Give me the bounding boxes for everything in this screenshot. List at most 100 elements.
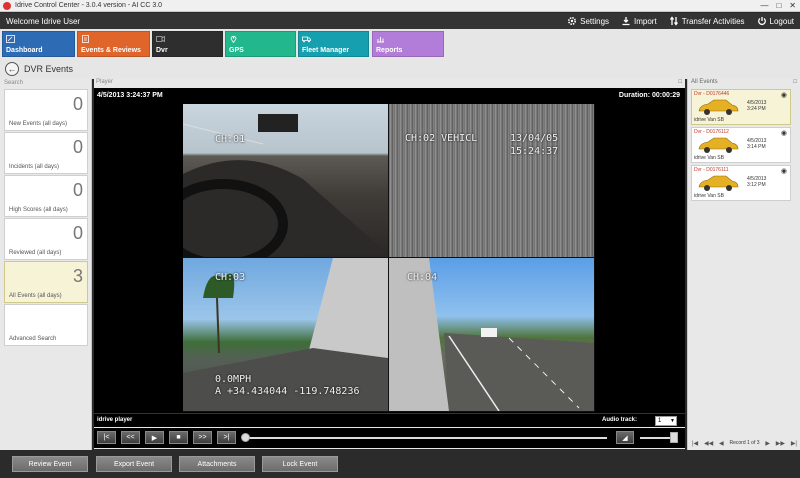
next-page-icon[interactable]: ▶ [765,440,770,447]
stat-count: 0 [72,180,83,200]
close-icon[interactable]: ✕ [789,1,796,10]
camera-date: 13/04/05 [510,133,559,144]
fast-forward-icon: >> [198,434,207,441]
header-actions: Settings Import Transfer Activities Logo… [567,13,794,29]
seek-handle[interactable] [241,433,250,442]
player-info-bar: idrive player Audio track: 1 ▼ [94,413,685,427]
maximize-icon[interactable]: □ [776,1,781,10]
tab-events-reviews[interactable]: Events & Reviews [77,31,150,57]
tab-dashboard[interactable]: Dashboard [2,31,75,57]
maximize-panel-icon[interactable]: □ [678,79,682,85]
welcome-text: Welcome Idrive User [6,16,81,26]
window-titlebar: Idrive Control Center - 3.0.4 version - … [0,0,800,12]
event-card[interactable]: Dvr - D0176111 ◉ 4/5/2013 3:12 PM idrive… [691,165,791,201]
stat-label: All Events (all days) [9,293,62,299]
maximize-panel-icon[interactable]: □ [793,79,797,85]
logout-button[interactable]: Logout [757,16,794,26]
event-vehicle: idrive Van SB [694,117,724,123]
lock-event-button[interactable]: Lock Event [262,456,338,472]
next-fast-icon[interactable]: ▶▶ [776,440,785,447]
seek-bar[interactable] [245,437,607,439]
rewind-button[interactable]: << [121,431,140,444]
speaker-icon: ◢ [622,434,628,442]
tab-fleet-manager[interactable]: Fleet Manager [298,31,369,57]
gear-icon [568,16,577,26]
advanced-search[interactable]: Advanced Search [4,304,88,346]
filter-incidents[interactable]: 0 Incidents (all days) [4,132,88,174]
tab-gps[interactable]: GPS [225,31,296,57]
minimize-icon[interactable]: — [760,1,768,10]
filter-reviewed[interactable]: 0 Reviewed (all days) [4,218,88,260]
tab-dvr[interactable]: Dvr [152,31,223,57]
event-time: 3:14 PM [747,144,766,150]
steering-wheel-image [183,114,388,257]
volume-handle[interactable] [670,432,678,443]
settings-label: Settings [580,16,610,26]
record-indicator: Record 1 of 3 [729,440,760,446]
audio-track-select[interactable]: 1 ▼ [655,416,677,426]
tab-reports[interactable]: Reports [372,31,444,57]
eye-icon[interactable]: ◉ [781,129,787,137]
events-panel: All Events □ Dvr - D0176446 ◉ 4/5/2013 3… [687,79,800,450]
record-pager: |◀ ◀◀ ◀ Record 1 of 3 ▶ ▶▶ ▶| [688,438,800,448]
stat-count: 0 [72,137,83,157]
stop-button[interactable]: ■ [169,431,188,444]
document-icon [82,35,89,43]
camera-label: CH:02 VEHICL [405,133,478,144]
playback-controls: |< << ▶ ■ >> >| ◢ [94,428,685,448]
camera-label: CH:01 [215,134,246,145]
back-arrow-icon[interactable]: ← [5,62,19,76]
report-icon [377,37,384,43]
skip-to-end-button[interactable]: >| [217,431,236,444]
car-icon [698,175,739,191]
event-vehicle: idrive Van SB [694,155,724,161]
camera-time: 15:24:37 [510,146,559,157]
last-page-icon[interactable]: ▶| [791,440,797,447]
video-area[interactable]: 4/5/2013 3:24:37 PM Duration: 00:00:29 C… [94,88,685,413]
stat-count: 0 [72,94,83,114]
filter-high-scores[interactable]: 0 High Scores (all days) [4,175,88,217]
eye-icon[interactable]: ◉ [781,91,787,99]
video-player-panel: Player □ 4/5/2013 3:24:37 PM Duration: 0… [94,79,685,449]
prev-page-icon[interactable]: ◀ [719,440,724,447]
export-event-button[interactable]: Export Event [96,456,172,472]
prev-fast-icon[interactable]: ◀◀ [704,440,713,447]
app-icon [3,1,11,10]
filter-new-events[interactable]: 0 New Events (all days) [4,89,88,131]
event-card[interactable]: Dvr - D0176446 ◉ 4/5/2013 3:24 PM idrive… [691,89,791,125]
edit-icon [6,35,15,43]
event-title: Dvr - D0176112 [694,129,729,135]
camera-label: CH:03 [215,272,246,283]
attachments-button[interactable]: Attachments [179,456,255,472]
mute-button[interactable]: ◢ [616,431,634,444]
skip-end-icon: >| [223,434,230,441]
eye-icon[interactable]: ◉ [781,167,787,175]
event-vehicle: idrive Van SB [694,193,724,199]
app-header: Welcome Idrive User Settings Import Tran… [0,13,800,29]
video-duration: Duration: 00:00:29 [618,92,680,99]
play-icon: ▶ [151,434,158,442]
audio-track-value: 1 [658,418,662,424]
page-title: DVR Events [24,64,74,74]
video-frame: CH:01 CH:02 VEHICL 13/04/05 15:24:37 CH:… [183,104,595,412]
event-card[interactable]: Dvr - D0176112 ◉ 4/5/2013 3:14 PM idrive… [691,127,791,163]
action-footer: Review Event Export Event Attachments Lo… [0,450,800,478]
event-title: Dvr - D0176446 [694,91,730,97]
import-label: Import [634,16,657,26]
review-event-button[interactable]: Review Event [12,456,88,472]
import-button[interactable]: Import [621,16,657,26]
audio-track-label: Audio track: [601,417,637,423]
window-controls: — □ ✕ [760,1,796,10]
transfer-activities-button[interactable]: Transfer Activities [669,16,745,26]
settings-button[interactable]: Settings [567,16,609,26]
skip-to-start-button[interactable]: |< [97,431,116,444]
filter-all-events[interactable]: 3 All Events (all days) [4,261,88,303]
chevron-down-icon: ▼ [670,418,675,424]
play-button[interactable]: ▶ [145,431,164,444]
first-page-icon[interactable]: |◀ [692,440,698,447]
fast-forward-button[interactable]: >> [193,431,212,444]
event-time: 3:24 PM [747,106,766,112]
video-timestamp: 4/5/2013 3:24:37 PM [97,92,163,99]
skip-start-icon: |< [103,434,110,441]
logout-label: Logout [769,16,794,26]
